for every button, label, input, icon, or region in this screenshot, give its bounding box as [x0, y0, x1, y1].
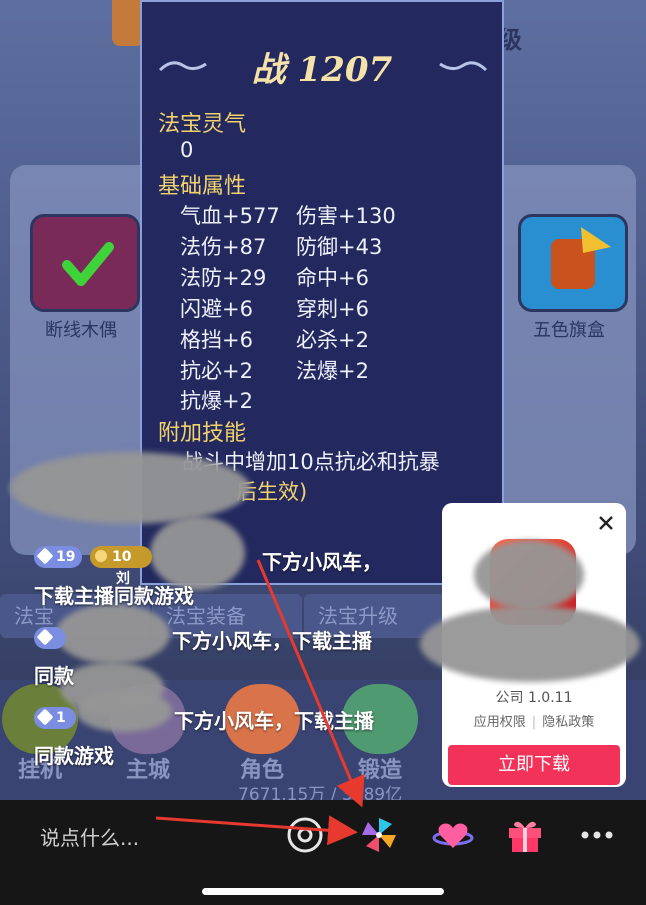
arrow-to-pinwheel-from-input	[155, 815, 358, 846]
annotation-arrows	[155, 559, 365, 846]
arrow-to-pinwheel-from-chat	[256, 559, 365, 808]
